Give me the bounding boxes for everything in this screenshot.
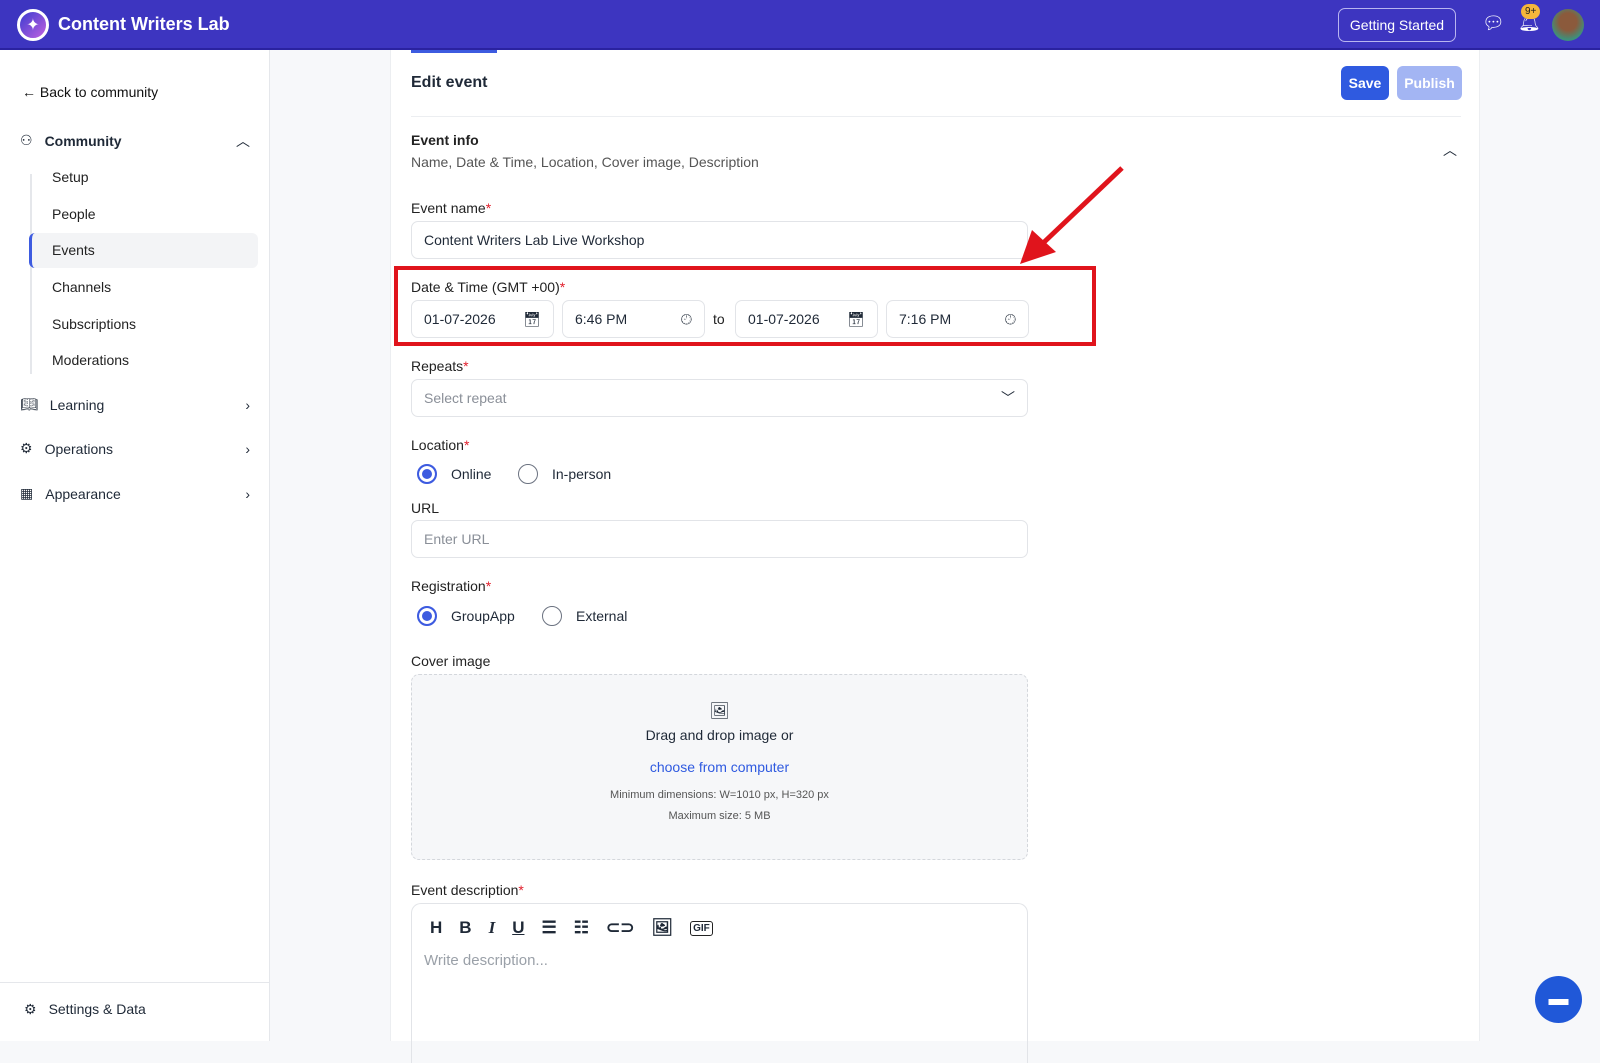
drag-drop-text: Drag and drop image or bbox=[645, 727, 794, 743]
url-input[interactable]: Enter URL bbox=[411, 520, 1028, 558]
description-input[interactable]: Write description... bbox=[412, 952, 1027, 969]
chevron-up-icon: ︿ bbox=[236, 132, 250, 149]
divider bbox=[30, 174, 32, 374]
back-to-community-link[interactable]: ← Back to community bbox=[22, 84, 158, 100]
sidebar-section-community[interactable]: ⚇ Community ︿ bbox=[20, 132, 250, 149]
arrow-left-icon: ← bbox=[22, 84, 40, 100]
logo-icon[interactable]: ✦ bbox=[17, 9, 49, 41]
numbered-list-icon[interactable]: ☷ bbox=[574, 918, 589, 938]
edit-event-panel: Edit event Save Publish Event info Name,… bbox=[390, 50, 1480, 1063]
getting-started-button[interactable]: Getting Started bbox=[1338, 8, 1456, 42]
choose-from-computer-link[interactable]: choose from computer bbox=[412, 759, 1027, 775]
link-icon[interactable]: ⊂⊃ bbox=[606, 918, 635, 938]
event-info-subtitle: Name, Date & Time, Location, Cover image… bbox=[411, 154, 759, 170]
save-button[interactable]: Save bbox=[1341, 66, 1389, 100]
cover-image-label: Cover image bbox=[411, 653, 491, 669]
description-editor[interactable]: H B I U ☰ ☷ ⊂⊃ 🖼︎ GIF Write description.… bbox=[411, 903, 1028, 1063]
sidebar-section-learning[interactable]: 📖︎ Learning › bbox=[20, 396, 250, 413]
page-title: Edit event bbox=[411, 74, 488, 91]
publish-button[interactable]: Publish bbox=[1397, 66, 1462, 100]
max-size-text: Maximum size: 5 MB bbox=[668, 810, 771, 822]
chevron-right-icon: › bbox=[245, 396, 250, 413]
sidebar: ← Back to community ⚇ Community ︿ Setup Pe… bbox=[0, 50, 270, 1041]
sidebar-item-moderations[interactable]: Moderations bbox=[52, 352, 129, 368]
chevron-right-icon: › bbox=[245, 440, 250, 457]
image-icon: 🖼︎ bbox=[709, 703, 730, 720]
gif-icon[interactable]: GIF bbox=[690, 920, 713, 936]
heading-icon[interactable]: H bbox=[430, 918, 442, 938]
location-in-person-radio[interactable]: In-person bbox=[518, 464, 611, 484]
url-label: URL bbox=[411, 500, 440, 516]
location-online-radio[interactable]: Online bbox=[417, 464, 491, 484]
support-chat-button[interactable]: ▬ bbox=[1535, 976, 1582, 1023]
registration-groupapp-radio[interactable]: GroupApp bbox=[417, 606, 515, 626]
sidebar-section-operations[interactable]: ⚙︎ Operations › bbox=[20, 440, 250, 457]
image-icon[interactable]: 🖼︎ bbox=[651, 918, 673, 938]
sidebar-item-events[interactable]: Events bbox=[52, 242, 95, 258]
sidebar-item-channels[interactable]: Channels bbox=[52, 279, 111, 295]
italic-icon[interactable]: I bbox=[489, 918, 496, 938]
operations-icon: ⚙︎ bbox=[20, 440, 33, 456]
tab-indicator bbox=[411, 50, 497, 53]
bullet-list-icon[interactable]: ☰ bbox=[541, 918, 556, 938]
gear-icon: ⚙ bbox=[24, 1001, 37, 1017]
notification-badge: 9+ bbox=[1521, 4, 1541, 19]
repeats-select[interactable]: Select repeat ﹀ bbox=[411, 379, 1028, 417]
brand-name[interactable]: Content Writers Lab bbox=[58, 14, 230, 35]
chat-bubble-icon: ▬ bbox=[1548, 988, 1569, 1010]
repeats-label: Repeats* bbox=[411, 358, 469, 374]
event-info-title: Event info bbox=[411, 132, 479, 148]
registration-external-radio[interactable]: External bbox=[542, 606, 627, 626]
sidebar-item-setup[interactable]: Setup bbox=[52, 169, 89, 185]
editor-toolbar: H B I U ☰ ☷ ⊂⊃ 🖼︎ GIF bbox=[412, 904, 1027, 952]
sidebar-item-people[interactable]: People bbox=[52, 206, 96, 222]
event-name-input[interactable]: Content Writers Lab Live Workshop bbox=[411, 221, 1028, 259]
highlight-box bbox=[394, 266, 1096, 346]
settings-and-data-link[interactable]: ⚙ Settings & Data bbox=[0, 982, 270, 1036]
location-label: Location* bbox=[411, 437, 470, 453]
cover-image-dropzone[interactable]: 🖼︎ Drag and drop image or choose from co… bbox=[411, 674, 1028, 860]
bold-icon[interactable]: B bbox=[459, 918, 471, 938]
chevron-up-icon[interactable]: ︿ bbox=[1443, 140, 1457, 160]
event-name-label: Event name* bbox=[411, 200, 492, 216]
registration-label: Registration* bbox=[411, 578, 492, 594]
sidebar-section-appearance[interactable]: ▦ Appearance › bbox=[20, 485, 250, 502]
sidebar-item-subscriptions[interactable]: Subscriptions bbox=[52, 316, 136, 332]
community-icon: ⚇ bbox=[20, 132, 33, 148]
avatar[interactable] bbox=[1552, 9, 1584, 41]
chevron-right-icon: › bbox=[245, 485, 250, 502]
annotation-arrow-icon bbox=[1020, 166, 1124, 264]
book-icon: 📖︎ bbox=[20, 396, 38, 412]
chat-icon[interactable]: 💬︎ bbox=[1482, 13, 1505, 34]
divider bbox=[411, 116, 1461, 117]
underline-icon[interactable]: U bbox=[512, 918, 524, 938]
min-dimensions-text: Minimum dimensions: W=1010 px, H=320 px bbox=[610, 789, 829, 801]
appearance-icon: ▦ bbox=[20, 485, 34, 501]
top-bar: ✦ Content Writers Lab Getting Started 💬︎… bbox=[0, 0, 1600, 50]
event-description-label: Event description* bbox=[411, 882, 524, 898]
chevron-down-icon: ﹀ bbox=[1001, 390, 1015, 406]
